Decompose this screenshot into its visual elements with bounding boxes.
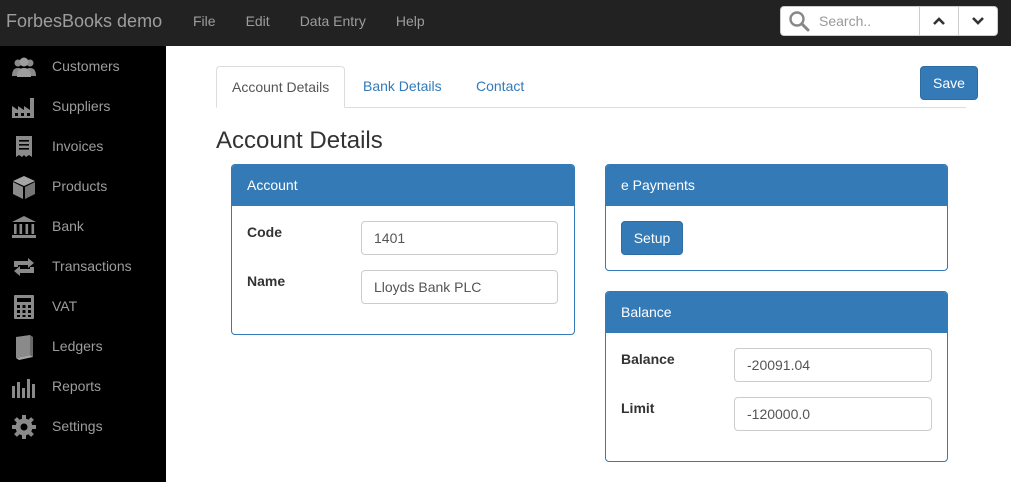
retweet-icon — [14, 258, 34, 276]
setup-button[interactable]: Setup — [621, 221, 683, 255]
balance-field[interactable] — [734, 348, 932, 382]
sidebar-item-vat[interactable]: VAT — [0, 286, 166, 326]
sidebar-item-label: Bank — [52, 218, 84, 234]
app-brand[interactable]: ForbesBooks demo — [6, 11, 162, 32]
limit-field[interactable] — [734, 397, 932, 431]
search-icon — [781, 7, 817, 35]
sidebar-item-suppliers[interactable]: Suppliers — [0, 86, 166, 126]
epayments-panel-heading: e Payments — [606, 165, 947, 206]
code-field[interactable] — [361, 221, 558, 255]
receipt-icon — [16, 136, 32, 157]
gear-icon — [12, 415, 36, 439]
top-navbar: ForbesBooks demo File Edit Data Entry He… — [0, 0, 1011, 46]
page-title: Account Details — [216, 127, 383, 154]
menu-data-entry[interactable]: Data Entry — [285, 0, 381, 46]
code-label: Code — [247, 224, 282, 240]
sidebar-item-label: Products — [52, 178, 108, 194]
sidebar-item-bank[interactable]: Bank — [0, 206, 166, 246]
sidebar-item-label: Suppliers — [52, 98, 111, 114]
name-field[interactable] — [361, 270, 558, 304]
sidebar-item-products[interactable]: Products — [0, 166, 166, 206]
bar-chart-icon — [12, 379, 35, 398]
search-group — [780, 6, 998, 36]
search-next-button[interactable] — [958, 7, 997, 35]
menu-edit[interactable]: Edit — [231, 0, 285, 46]
sidebar-item-label: Invoices — [52, 138, 104, 154]
search-prev-button[interactable] — [919, 7, 958, 35]
tab-bank-details[interactable]: Bank Details — [348, 66, 457, 108]
bank-icon — [12, 216, 36, 238]
main-menu: File Edit Data Entry Help — [178, 0, 440, 46]
sidebar: Customers Suppliers Invoices Products Ba… — [0, 46, 166, 482]
sidebar-item-label: Settings — [52, 418, 103, 434]
sidebar-item-ledgers[interactable]: Ledgers — [0, 326, 166, 366]
epayments-panel: e Payments Setup — [605, 164, 948, 271]
sidebar-item-reports[interactable]: Reports — [0, 366, 166, 406]
balance-label: Balance — [621, 351, 675, 367]
tab-contact[interactable]: Contact — [461, 66, 539, 108]
factory-icon — [12, 98, 34, 118]
menu-help[interactable]: Help — [381, 0, 440, 46]
chevron-up-icon — [933, 17, 945, 25]
sidebar-item-label: Reports — [52, 378, 102, 394]
sidebar-item-label: Ledgers — [52, 338, 103, 354]
sidebar-item-transactions[interactable]: Transactions — [0, 246, 166, 286]
sidebar-item-label: Transactions — [52, 258, 132, 274]
name-label: Name — [247, 273, 286, 289]
save-button[interactable]: Save — [920, 66, 978, 100]
balance-panel-heading: Balance — [606, 292, 947, 333]
tab-account-details[interactable]: Account Details — [216, 66, 346, 108]
sidebar-item-label: VAT — [52, 298, 78, 314]
book-icon — [16, 335, 33, 360]
account-panel: Account Code Name — [231, 164, 575, 335]
sidebar-item-label: Customers — [52, 58, 120, 74]
users-icon — [12, 57, 36, 77]
calculator-icon — [14, 295, 34, 319]
sidebar-item-settings[interactable]: Settings — [0, 406, 166, 446]
search-input[interactable] — [817, 7, 919, 35]
sidebar-item-invoices[interactable]: Invoices — [0, 126, 166, 166]
menu-file[interactable]: File — [178, 0, 231, 46]
limit-label: Limit — [621, 400, 655, 416]
chevron-down-icon — [972, 17, 984, 25]
balance-panel: Balance Balance Limit — [605, 291, 948, 462]
account-panel-heading: Account — [232, 165, 574, 206]
tab-bar: Account Details Bank Details Contact — [216, 66, 966, 108]
sidebar-item-customers[interactable]: Customers — [0, 46, 166, 86]
box-icon — [13, 176, 35, 199]
